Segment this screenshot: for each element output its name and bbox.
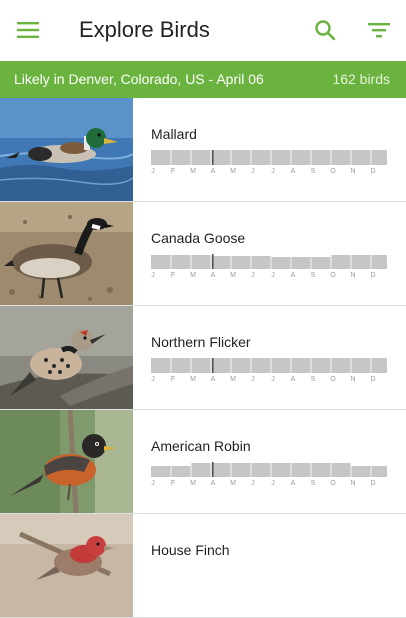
page-title: Explore Birds	[79, 17, 210, 42]
northern-flicker-photo	[0, 306, 133, 409]
month-label: F	[170, 376, 176, 383]
bird-row-mallard[interactable]: Mallard J F M A M J J A S O N D	[0, 98, 406, 202]
bird-name: Northern Flicker	[151, 334, 251, 350]
month-label: N	[350, 480, 356, 487]
bird-name: Canada Goose	[151, 230, 246, 246]
mallard-photo	[0, 98, 133, 201]
month-label: O	[330, 272, 336, 279]
bird-count: 162 birds	[332, 71, 390, 87]
month-label: D	[370, 480, 376, 487]
month-label: J	[151, 168, 155, 175]
month-label: M	[190, 272, 196, 279]
month-label: N	[350, 376, 356, 383]
month-axis: J F M A M J J A S O N D	[151, 272, 389, 282]
month-label: M	[230, 376, 236, 383]
bird-list: Mallard J F M A M J J A S O N D Canada G…	[0, 98, 406, 618]
american-robin-photo	[0, 410, 133, 513]
month-label: D	[370, 376, 376, 383]
month-label: J	[251, 168, 255, 175]
month-label: D	[370, 168, 376, 175]
month-label: J	[151, 376, 155, 383]
abundance-histogram	[151, 358, 387, 373]
filter-icon	[368, 23, 390, 38]
month-label: A	[210, 480, 216, 487]
month-label: M	[190, 480, 196, 487]
menu-icon	[17, 22, 39, 38]
month-label: J	[271, 480, 275, 487]
month-label: J	[251, 272, 255, 279]
month-label: J	[271, 272, 275, 279]
month-label: N	[350, 168, 356, 175]
bird-name: Mallard	[151, 126, 197, 142]
month-label: A	[210, 272, 216, 279]
month-label: M	[190, 376, 196, 383]
month-label: J	[251, 480, 255, 487]
month-label: O	[330, 376, 336, 383]
bird-name: House Finch	[151, 542, 230, 558]
month-label: O	[330, 168, 336, 175]
month-axis: J F M A M J J A S O N D	[151, 168, 389, 178]
month-axis: J F M A M J J A S O N D	[151, 480, 389, 490]
canada-goose-photo	[0, 202, 133, 305]
bird-row-house-finch[interactable]: House Finch	[0, 514, 406, 618]
app-bar: Explore Birds	[0, 0, 406, 60]
month-label: M	[230, 168, 236, 175]
filter-button[interactable]	[363, 14, 395, 46]
month-label: S	[310, 168, 316, 175]
month-label: J	[271, 376, 275, 383]
month-label: S	[310, 272, 316, 279]
house-finch-photo	[0, 514, 133, 617]
search-icon	[315, 20, 336, 41]
month-label: F	[170, 272, 176, 279]
month-label: M	[190, 168, 196, 175]
bird-row-canada-goose[interactable]: Canada Goose J F M A M J J A S O N D	[0, 202, 406, 306]
month-label: M	[230, 480, 236, 487]
location-text: Likely in Denver, Colorado, US - April 0…	[14, 71, 264, 87]
month-label: F	[170, 480, 176, 487]
bird-row-american-robin[interactable]: American Robin J F M A M J J A S O N D	[0, 410, 406, 514]
month-label: N	[350, 272, 356, 279]
abundance-histogram	[151, 254, 387, 269]
abundance-histogram	[151, 462, 387, 477]
month-label: A	[290, 480, 296, 487]
month-label: J	[151, 272, 155, 279]
menu-button[interactable]	[12, 14, 44, 46]
month-axis: J F M A M J J A S O N D	[151, 376, 389, 386]
month-label: A	[290, 376, 296, 383]
month-label: S	[310, 480, 316, 487]
abundance-histogram	[151, 150, 387, 165]
month-label: M	[230, 272, 236, 279]
bird-name: American Robin	[151, 438, 251, 454]
month-label: A	[210, 376, 216, 383]
month-label: A	[290, 168, 296, 175]
month-label: O	[330, 480, 336, 487]
month-label: J	[151, 480, 155, 487]
month-label: F	[170, 168, 176, 175]
location-banner[interactable]: Likely in Denver, Colorado, US - April 0…	[0, 61, 406, 98]
month-label: A	[210, 168, 216, 175]
month-label: S	[310, 376, 316, 383]
month-label: J	[251, 376, 255, 383]
search-button[interactable]	[309, 14, 341, 46]
month-label: D	[370, 272, 376, 279]
bird-row-northern-flicker[interactable]: Northern Flicker J F M A M J J A S O N D	[0, 306, 406, 410]
month-label: A	[290, 272, 296, 279]
month-label: J	[271, 168, 275, 175]
